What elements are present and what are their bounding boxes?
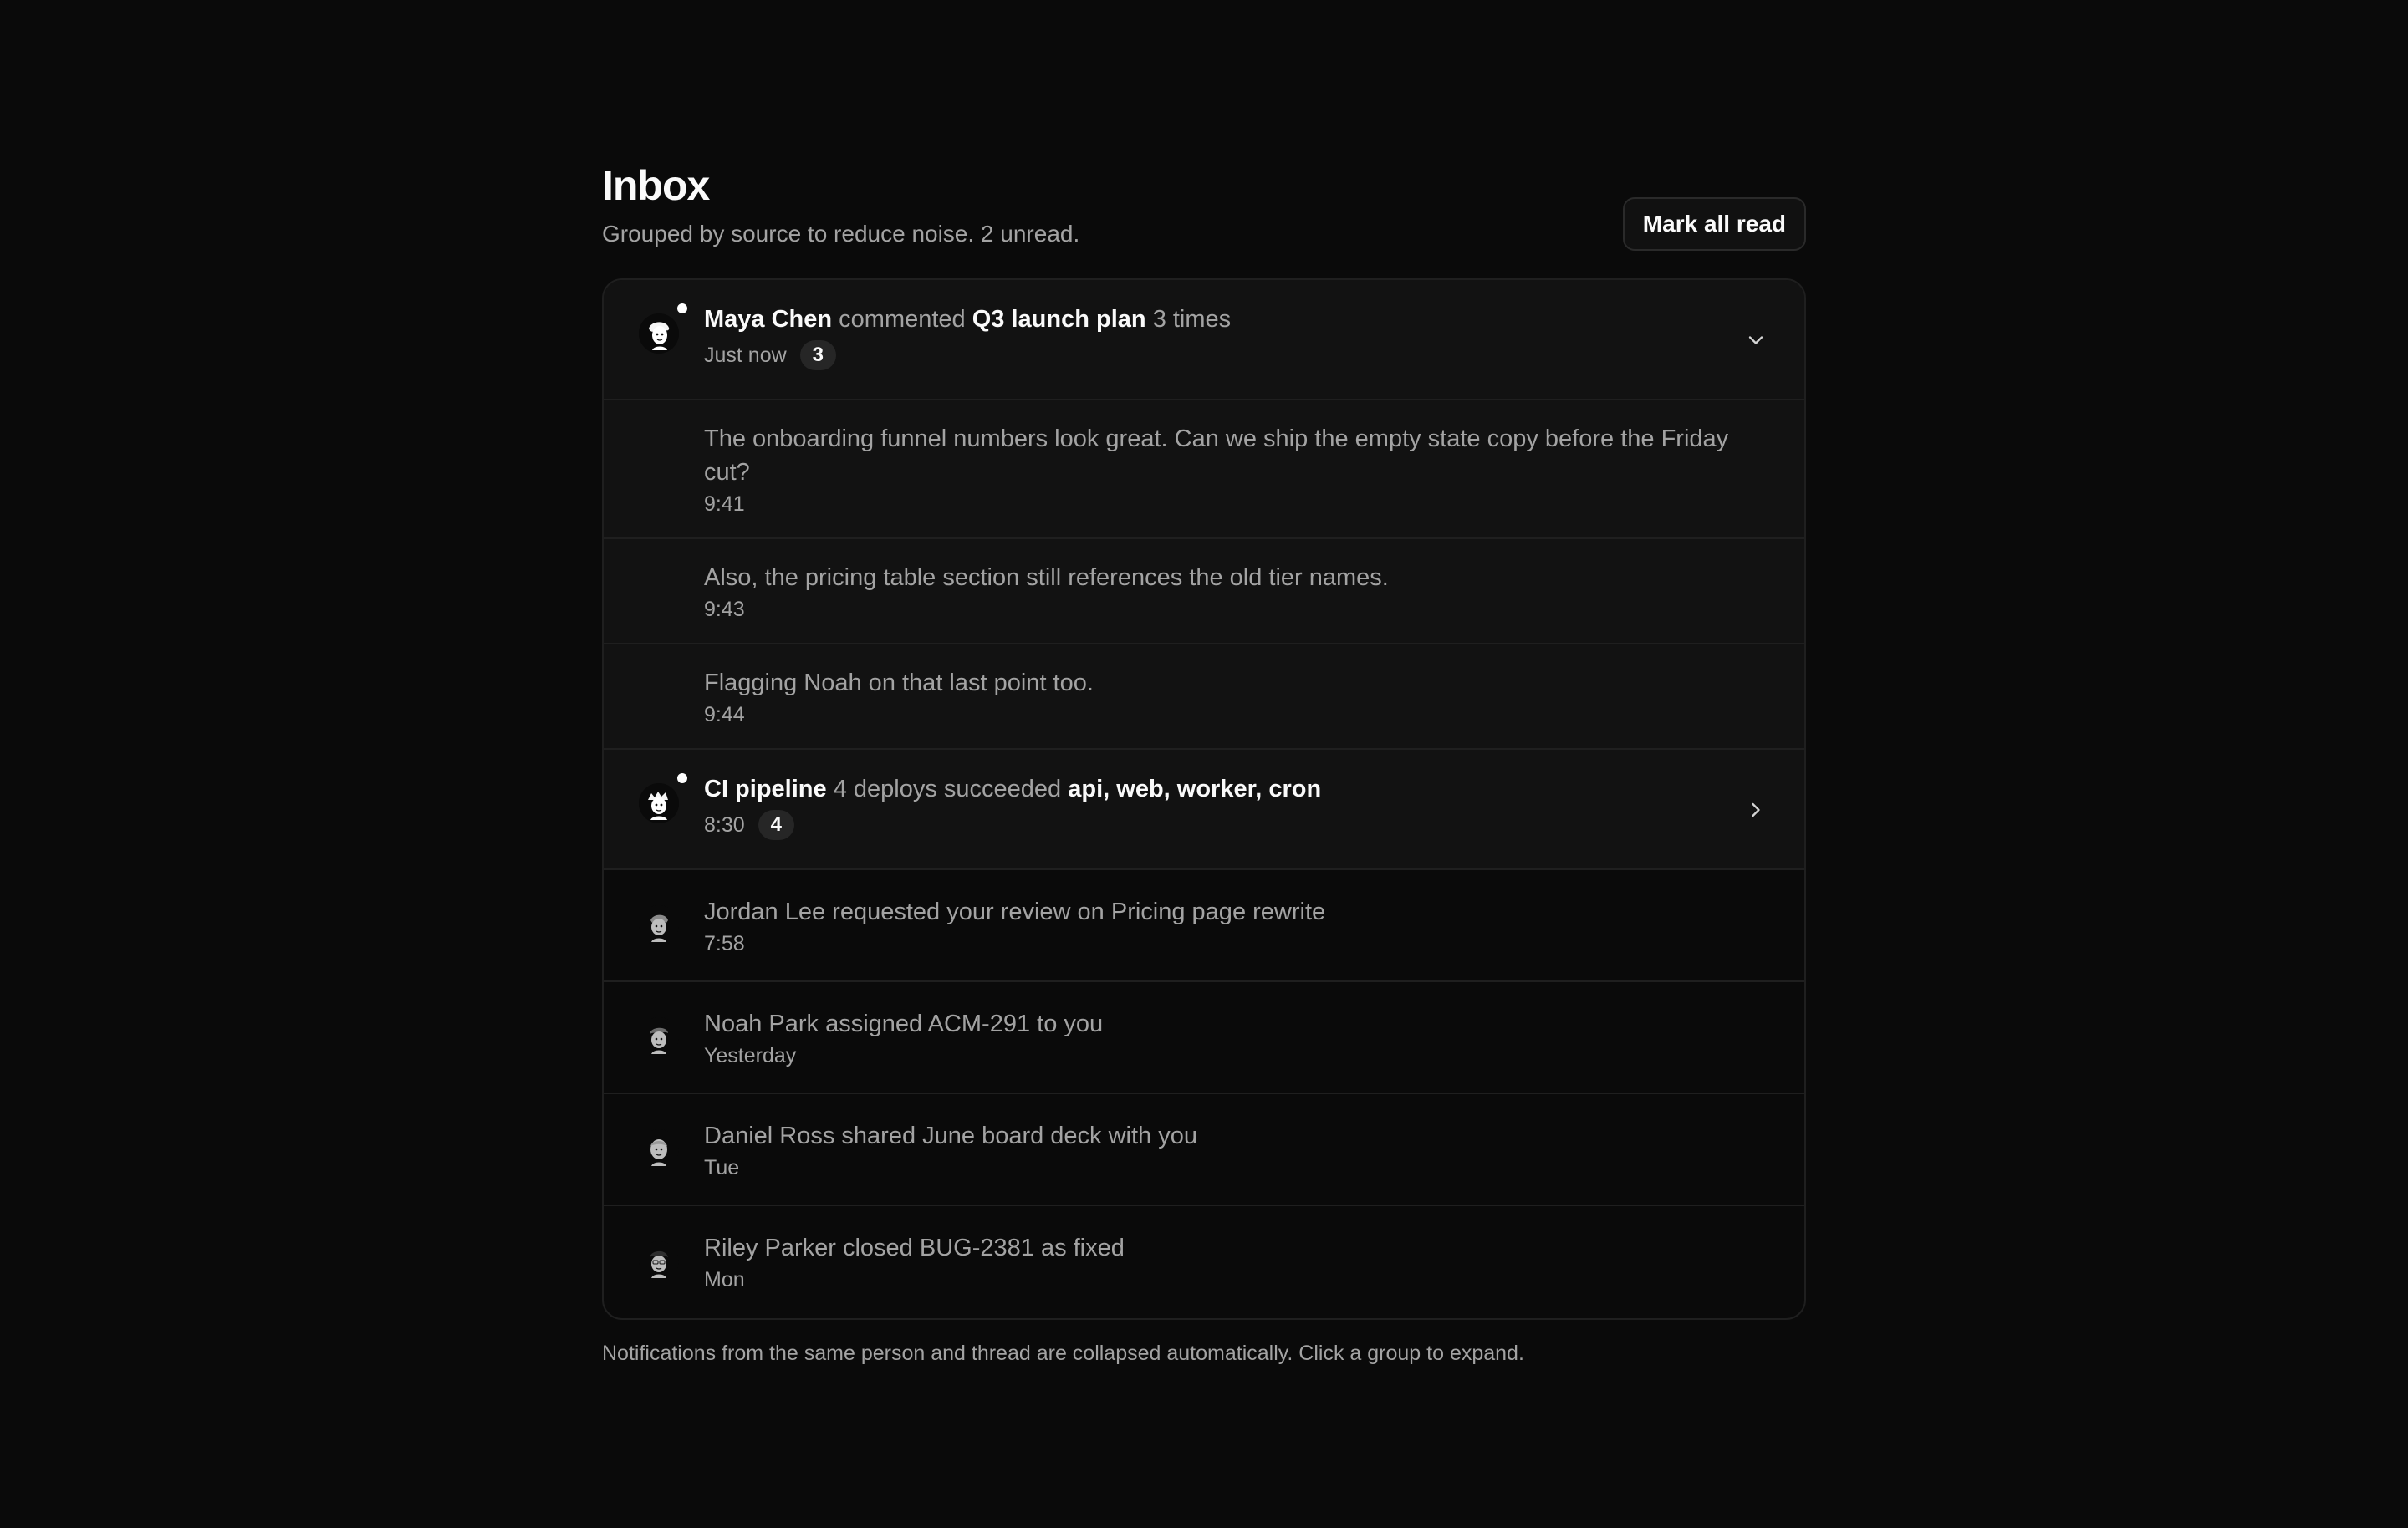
message-text: The onboarding funnel numbers look great… — [704, 425, 1729, 486]
page-title: Inbox — [602, 162, 710, 209]
notification-item[interactable]: Jordan Lee requested your review on Pric… — [604, 870, 1804, 982]
group-content: CI pipeline 4 deploys succeeded api, web… — [704, 773, 1763, 840]
chevron-down-icon[interactable] — [1744, 329, 1768, 352]
notification-item[interactable]: Riley Parker closed BUG-2381 as fixed Mo… — [604, 1206, 1804, 1318]
message-content: Flagging Noah on that last point too. 9:… — [704, 666, 1763, 728]
group-time: 8:30 — [704, 813, 745, 837]
item-time: Tue — [704, 1156, 740, 1179]
message-content: Also, the pricing table section still re… — [704, 561, 1763, 623]
item-content: Jordan Lee requested your review on Pric… — [704, 895, 1763, 957]
unread-dot — [676, 302, 689, 315]
avatar — [639, 302, 689, 354]
action-verb: commented — [839, 306, 966, 333]
target-name: Q3 launch plan — [972, 306, 1146, 333]
footer-note: Notifications from the same person and t… — [602, 1342, 1524, 1365]
avatar — [639, 1017, 679, 1057]
item-content: Daniel Ross shared June board deck with … — [704, 1119, 1763, 1181]
target-name: api, web, worker, cron — [1068, 776, 1322, 802]
avatar-face-icon — [639, 313, 679, 354]
avatar — [639, 905, 679, 945]
item-text: Daniel Ross shared June board deck with … — [704, 1123, 1197, 1149]
inbox-header: Inbox Grouped by source to reduce noise.… — [602, 159, 1806, 278]
unread-dot — [676, 772, 689, 785]
notification-item[interactable]: Noah Park assigned ACM-291 to you Yester… — [604, 982, 1804, 1094]
message-time: 9:43 — [704, 598, 745, 621]
actor-name: CI pipeline — [704, 776, 827, 802]
notification-group-maya-chen[interactable]: Maya Chen commented Q3 launch plan 3 tim… — [604, 280, 1804, 400]
item-time: Yesterday — [704, 1044, 797, 1067]
group-time: Just now — [704, 344, 787, 367]
group-message: Flagging Noah on that last point too. 9:… — [604, 644, 1804, 750]
avatar-face-icon — [639, 783, 679, 823]
item-text: Noah Park assigned ACM-291 to you — [704, 1011, 1104, 1037]
message-text: Also, the pricing table section still re… — [704, 564, 1389, 591]
inbox-panel: Inbox Grouped by source to reduce noise.… — [602, 159, 1806, 1368]
item-content: Noah Park assigned ACM-291 to you Yester… — [704, 1007, 1763, 1069]
item-time: Mon — [704, 1268, 745, 1291]
action-verb: 4 deploys succeeded — [833, 776, 1062, 802]
avatar — [639, 772, 689, 823]
avatar — [639, 1129, 679, 1169]
actor-name: Maya Chen — [704, 306, 833, 333]
message-time: 9:41 — [704, 492, 745, 516]
action-suffix: 3 times — [1152, 306, 1232, 333]
avatar-face-icon — [639, 905, 679, 945]
notification-group-ci-pipeline[interactable]: CI pipeline 4 deploys succeeded api, web… — [604, 750, 1804, 870]
item-time: 7:58 — [704, 932, 745, 955]
group-meta: 8:30 4 — [704, 810, 1763, 840]
group-summary: Maya Chen commented Q3 launch plan 3 tim… — [704, 303, 1763, 335]
count-badge: 3 — [799, 340, 837, 370]
chevron-right-icon[interactable] — [1744, 798, 1768, 822]
count-badge: 4 — [758, 810, 795, 840]
avatar-face-icon — [639, 1241, 679, 1281]
message-content: The onboarding funnel numbers look great… — [704, 422, 1763, 517]
avatar-face-icon — [639, 1017, 679, 1057]
avatar — [639, 1241, 679, 1281]
item-content: Riley Parker closed BUG-2381 as fixed Mo… — [704, 1231, 1763, 1293]
group-message: Also, the pricing table section still re… — [604, 539, 1804, 644]
message-time: 9:44 — [704, 703, 745, 726]
group-content: Maya Chen commented Q3 launch plan 3 tim… — [704, 303, 1763, 370]
notification-list: Maya Chen commented Q3 launch plan 3 tim… — [602, 278, 1806, 1320]
group-summary: CI pipeline 4 deploys succeeded api, web… — [704, 773, 1763, 805]
item-text: Jordan Lee requested your review on Pric… — [704, 899, 1326, 925]
avatar-face-icon — [639, 1129, 679, 1169]
mark-all-read-button[interactable]: Mark all read — [1622, 197, 1806, 251]
message-text: Flagging Noah on that last point too. — [704, 670, 1094, 696]
group-message: The onboarding funnel numbers look great… — [604, 400, 1804, 539]
page-subtitle: Grouped by source to reduce noise. 2 unr… — [602, 221, 1080, 247]
group-meta: Just now 3 — [704, 340, 1763, 370]
notification-item[interactable]: Daniel Ross shared June board deck with … — [604, 1094, 1804, 1206]
item-text: Riley Parker closed BUG-2381 as fixed — [704, 1235, 1125, 1261]
